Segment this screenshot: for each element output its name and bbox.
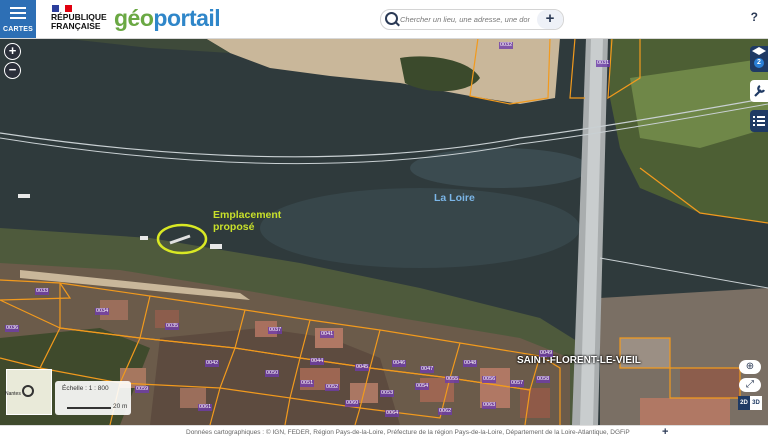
crosshair-icon: ⊕ xyxy=(745,361,755,372)
layers-count-badge: 2 xyxy=(754,58,764,68)
help-button[interactable]: ? xyxy=(751,10,758,24)
mode-3d[interactable]: 3D xyxy=(750,396,762,410)
tools-button[interactable] xyxy=(750,80,768,102)
parcel-label: 0036 xyxy=(5,325,20,332)
zoom-out-button[interactable]: − xyxy=(5,63,20,78)
scale-bar xyxy=(67,407,111,409)
attribution-expand-button[interactable]: + xyxy=(662,426,668,438)
parcel-label: 0037 xyxy=(268,327,283,334)
overview-minimap[interactable]: Nantes xyxy=(5,369,52,415)
attribution-text: Données cartographiques : © IGN, FEDER, … xyxy=(186,429,630,436)
search-input[interactable] xyxy=(400,12,530,26)
list-icon xyxy=(753,116,765,126)
aerial-imagery xyxy=(0,38,768,425)
parcel-label: 0048 xyxy=(463,360,478,367)
expand-icon: ⤢ xyxy=(746,379,754,390)
top-bar: CARTES RÉPUBLIQUE FRANÇAISE géoportail +… xyxy=(0,0,768,39)
layers-button[interactable]: 2 xyxy=(750,46,768,72)
scale-widget: Échelle : 1 : 800 20 m xyxy=(55,381,131,415)
parcel-label: 0033 xyxy=(35,288,50,295)
parcel-label: 0041 xyxy=(320,331,335,338)
parcel-label: 0050 xyxy=(265,370,280,377)
geolocate-button[interactable]: ⊕ xyxy=(739,360,761,374)
geoportail-logo[interactable]: géoportail xyxy=(114,5,221,32)
zoom-in-button[interactable]: + xyxy=(5,44,20,59)
parcel-label: 0045 xyxy=(355,364,370,371)
town-label: SAINT-FLORENT-LE-VIEIL xyxy=(517,355,641,366)
parcel-label: 0046 xyxy=(392,360,407,367)
river-label: La Loire xyxy=(434,192,475,204)
menu-label: CARTES xyxy=(3,26,33,33)
parcel-label: 0049 xyxy=(539,350,554,357)
legend-button[interactable] xyxy=(750,110,768,132)
parcel-label: 0056 xyxy=(482,376,497,383)
parcel-label: 0035 xyxy=(165,323,180,330)
proposed-site-label: Emplacement proposé xyxy=(213,209,282,233)
menu-button[interactable]: CARTES xyxy=(0,0,36,38)
search-icon[interactable] xyxy=(385,12,398,25)
parcel-label: 0034 xyxy=(95,308,110,315)
mode-2d[interactable]: 2D xyxy=(738,396,750,410)
view-mode-toggle[interactable]: 2D 3D xyxy=(738,396,762,410)
hamburger-icon xyxy=(10,7,26,19)
parcel-label: 0062 xyxy=(438,408,453,415)
scale-ratio: Échelle : 1 : 800 xyxy=(62,385,109,392)
attribution-bar: Données cartographiques : © IGN, FEDER, … xyxy=(0,425,768,440)
french-flag-icon xyxy=(52,5,73,12)
parcel-label: 0057 xyxy=(510,380,525,387)
search-add-button[interactable]: + xyxy=(537,10,563,29)
parcel-label: 0042 xyxy=(205,360,220,367)
parcel-label: 0064 xyxy=(385,410,400,417)
parcel-label: 0055 xyxy=(445,376,460,383)
target-icon xyxy=(22,385,34,397)
republique-francaise-logo: RÉPUBLIQUE FRANÇAISE xyxy=(51,12,107,31)
parcel-label: 0053 xyxy=(380,390,395,397)
parcel-label: 0059 xyxy=(135,386,150,393)
parcel-label: 0063 xyxy=(482,402,497,409)
minimap-place-label: Nantes xyxy=(5,391,21,397)
parcel-label: 0051 xyxy=(300,380,315,387)
parcel-label: 0032 xyxy=(499,42,514,49)
parcel-label: 0047 xyxy=(420,366,435,373)
parcel-label: 0054 xyxy=(415,383,430,390)
search-bar: + xyxy=(380,9,564,30)
parcel-label: 0060 xyxy=(345,400,360,407)
parcel-label: 0052 xyxy=(325,384,340,391)
parcel-label: 0058 xyxy=(536,376,551,383)
scale-distance: 20 m xyxy=(113,403,128,410)
parcel-label: 0044 xyxy=(310,358,325,365)
map-view[interactable]: Emplacement proposé La Loire SAINT-FLORE… xyxy=(0,38,768,425)
parcel-label: 0031 xyxy=(596,60,611,67)
fullscreen-button[interactable]: ⤢ xyxy=(739,378,761,392)
parcel-label: 0061 xyxy=(198,404,213,411)
wrench-icon xyxy=(754,85,765,97)
